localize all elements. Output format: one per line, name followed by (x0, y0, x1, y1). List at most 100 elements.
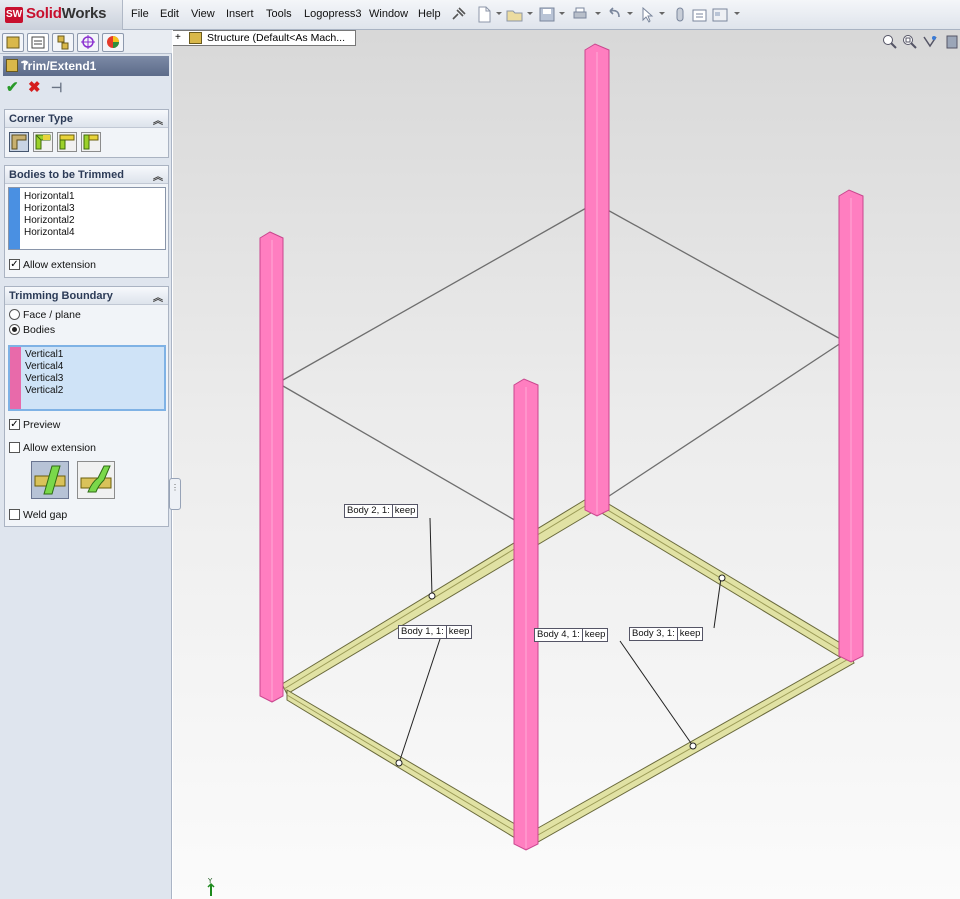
pin-icon[interactable] (449, 6, 467, 23)
save-dropdown-icon[interactable] (559, 12, 565, 15)
keep-visible-pin-button[interactable]: ⊣ (51, 80, 62, 96)
member-edge (283, 502, 591, 690)
simple-cut-icon[interactable] (31, 461, 69, 499)
previous-view-icon[interactable] (922, 34, 938, 50)
select-icon[interactable] (638, 6, 656, 23)
select-dropdown-icon[interactable] (659, 12, 665, 15)
bodies-label: Bodies (23, 324, 56, 336)
graphics-area[interactable]: + Structure (Default<As Mach... Body 2, … (173, 30, 960, 899)
face-plane-label: Face / plane (23, 309, 81, 321)
end-butt1-icon[interactable] (57, 132, 77, 152)
print-icon[interactable] (571, 6, 589, 23)
menu-logopress3[interactable]: Logopress3 (304, 8, 362, 20)
bodies-to-trim-list[interactable]: Horizontal1 Horizontal3 Horizontal2 Hori… (8, 187, 166, 250)
list-item[interactable]: Vertical4 (25, 361, 63, 373)
anchor-point (428, 592, 436, 600)
list-item[interactable]: Vertical3 (25, 373, 63, 385)
allow-extension-checkbox[interactable]: ✓ (9, 259, 20, 270)
trimming-bodies-list[interactable]: Vertical1 Vertical4 Vertical3 Vertical2 (8, 345, 166, 411)
list-item[interactable]: Horizontal2 (24, 215, 75, 227)
undo-icon[interactable] (605, 6, 623, 23)
section-view-icon[interactable] (944, 34, 960, 50)
callout-anchors (395, 574, 726, 767)
end-butt2-icon[interactable] (81, 132, 101, 152)
print-dropdown-icon[interactable] (595, 12, 601, 15)
trimming-bodies-items: Vertical1 Vertical4 Vertical3 Vertical2 (25, 349, 63, 397)
menu-edit[interactable]: Edit (160, 8, 179, 20)
callout-body-label: Body 4, 1: (537, 629, 580, 640)
file-properties-icon[interactable] (691, 6, 709, 23)
new-dropdown-icon[interactable] (496, 12, 502, 15)
property-manager-icon[interactable] (27, 33, 49, 52)
expand-toggle[interactable]: + (175, 32, 181, 43)
callout-action[interactable]: keep (680, 628, 701, 639)
callout-action[interactable]: keep (585, 629, 606, 640)
flyout-tree-label[interactable]: Structure (Default<As Mach... (207, 32, 345, 44)
sketch-line (594, 202, 845, 342)
weld-gap-checkbox[interactable] (9, 509, 20, 520)
callout-body2[interactable]: Body 2, 1: keep (344, 504, 419, 518)
options-icon[interactable] (711, 6, 729, 23)
coped-cut-icon[interactable] (77, 461, 115, 499)
list-item[interactable]: Horizontal3 (24, 203, 75, 215)
preview-checkbox[interactable]: ✓ (9, 419, 20, 430)
reference-triad: Y (204, 876, 218, 898)
list-item[interactable]: Horizontal4 (24, 227, 75, 239)
options-dropdown-icon[interactable] (734, 12, 740, 15)
save-icon[interactable] (538, 6, 556, 23)
menu-view[interactable]: View (191, 8, 215, 20)
end-trim-icon[interactable] (9, 132, 29, 152)
menu-file[interactable]: File (131, 8, 149, 20)
flyout-feature-tree[interactable]: + Structure (Default<As Mach... (173, 30, 356, 46)
undo-dropdown-icon[interactable] (627, 12, 633, 15)
open-icon[interactable] (506, 6, 524, 23)
collapse-chevron-icon[interactable]: ︽ (153, 289, 163, 304)
callout-body3[interactable]: Body 3, 1: keep (629, 627, 704, 641)
zoom-to-fit-icon[interactable] (882, 34, 898, 50)
menu-help[interactable]: Help (418, 8, 441, 20)
zoom-area-icon[interactable] (902, 34, 918, 50)
end-miter-icon[interactable] (33, 132, 53, 152)
callout-body-label: Body 1, 1: (401, 626, 444, 637)
open-dropdown-icon[interactable] (527, 12, 533, 15)
horizontal-member[interactable] (286, 689, 521, 842)
ok-button[interactable]: ✔ (6, 80, 19, 96)
list-item[interactable]: Horizontal1 (24, 191, 75, 203)
callout-body1[interactable]: Body 1, 1: keep (398, 625, 473, 639)
allow-extension-checkbox-2[interactable] (9, 442, 20, 453)
help-button[interactable]: ? (21, 58, 163, 72)
horizontal-members (281, 497, 855, 843)
app-logo[interactable]: SW SolidWorks (0, 0, 123, 30)
new-icon[interactable] (475, 6, 493, 23)
menu-window[interactable]: Window (369, 8, 408, 20)
cancel-button[interactable]: ✖ (28, 80, 41, 96)
corner-type-header[interactable]: Corner Type ︽ (5, 110, 168, 128)
panel-splitter-handle[interactable]: ⋮ (169, 478, 181, 510)
bodies-radio[interactable] (9, 324, 20, 335)
dimxpert-icon[interactable] (77, 33, 99, 52)
preview-label: Preview (23, 419, 61, 431)
list-item[interactable]: Vertical1 (25, 349, 63, 361)
sketch-line (599, 340, 845, 503)
bodies-to-be-trimmed-group: Bodies to be Trimmed ︽ Horizontal1 Horizo… (4, 165, 169, 278)
configuration-manager-icon[interactable] (52, 33, 74, 52)
panel-tabs (0, 30, 172, 54)
collapse-chevron-icon[interactable]: ︽ (153, 168, 163, 183)
list-item[interactable]: Vertical2 (25, 385, 63, 397)
collapse-chevron-icon[interactable]: ︽ (153, 112, 163, 127)
corner-type-group: Corner Type ︽ (4, 109, 169, 158)
bodies-to-be-trimmed-header[interactable]: Bodies to be Trimmed ︽ (5, 166, 168, 184)
leader-line (398, 638, 441, 764)
menu-bar: SW SolidWorks File Edit View Insert Tool… (0, 0, 960, 30)
callout-action[interactable]: keep (449, 626, 470, 637)
menu-tools[interactable]: Tools (266, 8, 292, 20)
callout-body4[interactable]: Body 4, 1: keep (534, 628, 609, 642)
feature-manager-icon[interactable] (2, 33, 24, 52)
trimming-boundary-header[interactable]: Trimming Boundary ︽ (5, 287, 168, 305)
callout-action[interactable]: keep (395, 505, 416, 516)
display-manager-icon[interactable] (102, 33, 124, 52)
rebuild-icon[interactable] (671, 6, 689, 23)
menu-insert[interactable]: Insert (226, 8, 254, 20)
face-plane-radio[interactable] (9, 309, 20, 320)
selection-color-stripe (10, 347, 21, 409)
